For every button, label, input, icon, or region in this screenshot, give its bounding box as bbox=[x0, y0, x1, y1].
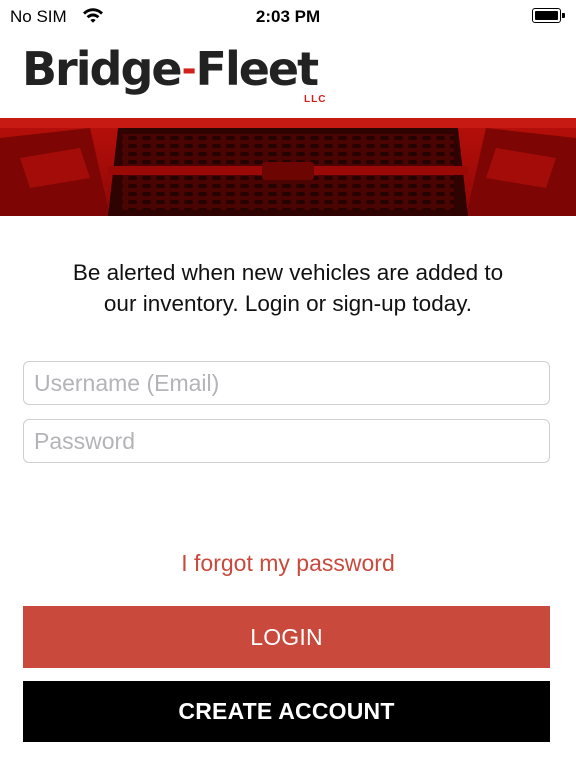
status-bar: No SIM 2:03 PM bbox=[0, 0, 576, 34]
logo-separator: - bbox=[181, 49, 197, 90]
logo-word-fleet: Fleet bbox=[195, 42, 320, 96]
battery-icon bbox=[532, 8, 565, 23]
password-field[interactable] bbox=[23, 419, 550, 463]
create-account-button[interactable]: CREATE ACCOUNT bbox=[23, 681, 550, 742]
forgot-password-link[interactable]: I forgot my password bbox=[0, 550, 576, 577]
brand-logo: Bridge-Fleet LLC bbox=[22, 42, 325, 110]
truck-grille-banner bbox=[0, 118, 576, 216]
logo-llc: LLC bbox=[304, 94, 327, 105]
login-button[interactable]: LOGIN bbox=[23, 606, 550, 668]
tagline: Be alerted when new vehicles are added t… bbox=[20, 257, 556, 319]
tagline-line-2: our inventory. Login or sign-up today. bbox=[103, 291, 473, 316]
logo-wordmark: Bridge-Fleet bbox=[22, 42, 320, 99]
logo-word-bridge: Bridge bbox=[22, 42, 183, 96]
tagline-line-1: Be alerted when new vehicles are added t… bbox=[72, 260, 504, 285]
username-email-field[interactable] bbox=[23, 361, 550, 405]
clock: 2:03 PM bbox=[255, 7, 321, 26]
